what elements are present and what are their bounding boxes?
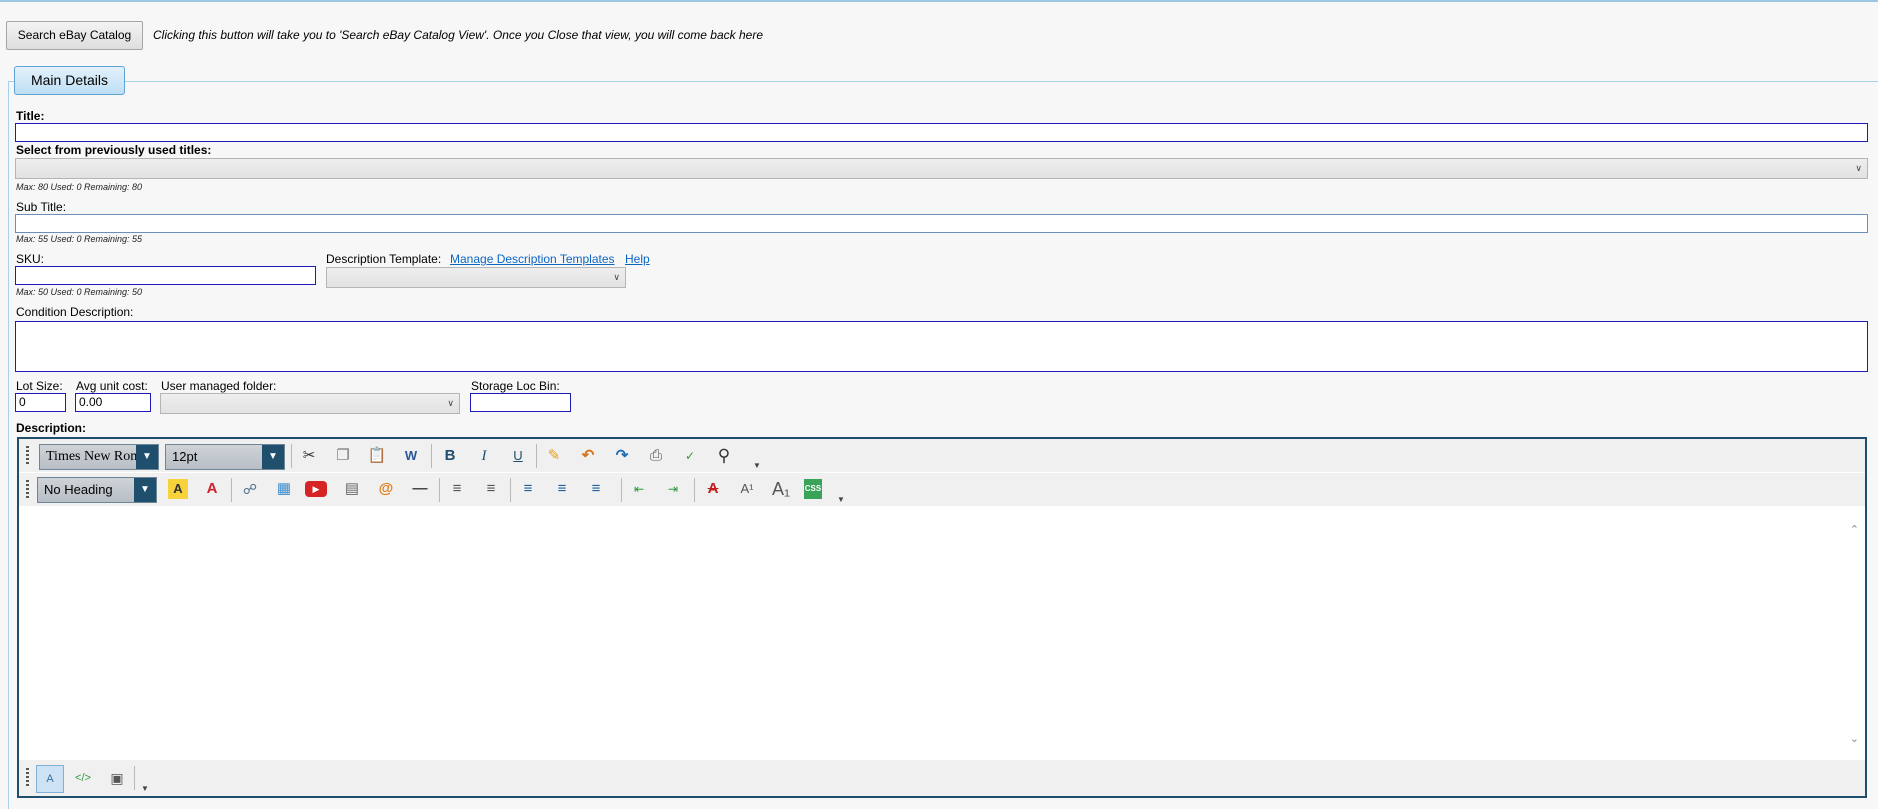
editor-bottom-toolbar: A </> ▣ ▼: [19, 760, 1865, 796]
email-icon[interactable]: @: [373, 476, 399, 502]
toolbar-overflow-icon[interactable]: ▼: [141, 784, 149, 793]
italic-icon[interactable]: I: [471, 443, 497, 469]
chevron-down-icon: ▼: [262, 445, 284, 469]
catalog-hint-text: Clicking this button will take you to 'S…: [153, 28, 763, 42]
scroll-up-icon[interactable]: ⌃: [1850, 523, 1859, 536]
font-size-value: 12pt: [172, 449, 198, 464]
preview-icon[interactable]: ▣: [104, 765, 130, 791]
description-label: Description:: [16, 421, 87, 435]
align-left-icon[interactable]: ≡: [515, 476, 541, 502]
storage-loc-bin-label: Storage Loc Bin:: [471, 379, 560, 393]
indent-icon[interactable]: ⇥: [660, 476, 686, 502]
manage-description-templates-link[interactable]: Manage Description Templates: [450, 252, 615, 266]
lot-size-label: Lot Size:: [16, 379, 63, 393]
bold-icon[interactable]: B: [437, 443, 463, 469]
subtitle-input[interactable]: [15, 214, 1868, 233]
description-editor: Times New Roman ▼ 12pt ▼ ✂ ❐ 📋 W B I U ✎…: [17, 437, 1867, 798]
toolbar-overflow-icon[interactable]: ▼: [837, 495, 845, 504]
chevron-down-icon: ∨: [1855, 162, 1862, 173]
sku-counter: Max: 50 Used: 0 Remaining: 50: [16, 287, 143, 297]
toolbar-separator: [536, 444, 537, 468]
redo-icon[interactable]: ↷: [609, 443, 635, 469]
editor-toolbar-2: No Heading ▼ A A ☍ ▦ ▶ ▤ @ — ≡ ≡ ≡ ≡ ≡ ⇤…: [19, 473, 1865, 506]
title-label: Title:: [16, 109, 45, 123]
link-icon[interactable]: ☍: [237, 476, 263, 502]
toolbar-separator: [439, 478, 440, 502]
copy-icon[interactable]: ❐: [330, 443, 356, 469]
condition-description-label: Condition Description:: [16, 305, 134, 319]
description-template-label: Description Template:: [326, 252, 442, 266]
cut-icon[interactable]: ✂: [296, 443, 322, 469]
chevron-down-icon: ∨: [447, 397, 454, 408]
print-icon[interactable]: ⎙: [643, 443, 669, 469]
underline-icon[interactable]: U: [505, 443, 531, 469]
subtitle-counter: Max: 55 Used: 0 Remaining: 55: [16, 234, 143, 244]
image-icon[interactable]: ▦: [271, 476, 297, 502]
heading-value: No Heading: [44, 482, 113, 497]
toolbar-separator: [510, 478, 511, 502]
undo-icon[interactable]: ↶: [575, 443, 601, 469]
highlight-icon[interactable]: A: [168, 479, 188, 499]
toolbar-separator: [231, 478, 232, 502]
title-input[interactable]: [15, 123, 1868, 142]
user-managed-folder-label: User managed folder:: [161, 379, 277, 393]
spellcheck-icon[interactable]: ✓: [677, 443, 703, 469]
toolbar-grip[interactable]: [26, 480, 29, 500]
font-size-select[interactable]: 12pt ▼: [165, 444, 285, 470]
design-view-icon[interactable]: A: [36, 765, 64, 793]
strikethrough-icon[interactable]: A: [700, 476, 726, 502]
eraser-icon[interactable]: ✎: [541, 443, 567, 469]
tab-main-details[interactable]: Main Details: [14, 66, 125, 95]
editor-content-area[interactable]: [19, 507, 1865, 760]
paste-word-icon[interactable]: W: [398, 443, 424, 469]
window-top-border: [0, 0, 1878, 2]
video-icon[interactable]: ▶: [305, 481, 327, 497]
horizontal-rule-icon[interactable]: —: [407, 476, 433, 502]
search-ebay-catalog-button[interactable]: Search eBay Catalog: [6, 21, 143, 50]
previous-titles-select[interactable]: ∨: [15, 158, 1868, 179]
toolbar-separator: [134, 766, 135, 790]
css-icon[interactable]: CSS: [804, 479, 822, 499]
toolbar-separator: [291, 444, 292, 468]
lot-size-input[interactable]: 0: [15, 393, 66, 412]
unordered-list-icon[interactable]: ≡: [478, 476, 504, 502]
avg-unit-cost-label: Avg unit cost:: [76, 379, 148, 393]
editor-toolbar-1: Times New Roman ▼ 12pt ▼ ✂ ❐ 📋 W B I U ✎…: [19, 439, 1865, 472]
table-icon[interactable]: ▤: [339, 476, 365, 502]
font-color-icon[interactable]: A: [199, 476, 225, 502]
sku-label: SKU:: [16, 252, 45, 266]
description-template-select[interactable]: ∨: [326, 267, 626, 288]
toolbar-separator: [694, 478, 695, 502]
toolbar-separator: [431, 444, 432, 468]
storage-loc-bin-input[interactable]: [470, 393, 571, 412]
superscript-icon[interactable]: A¹: [734, 476, 760, 502]
help-link[interactable]: Help: [625, 252, 650, 266]
html-view-icon[interactable]: </>: [70, 765, 96, 791]
find-icon[interactable]: ⚲: [711, 443, 737, 469]
outdent-icon[interactable]: ⇤: [626, 476, 652, 502]
align-right-icon[interactable]: ≡: [583, 476, 609, 502]
chevron-down-icon: ▼: [136, 445, 158, 469]
heading-select[interactable]: No Heading ▼: [37, 477, 157, 503]
sku-input[interactable]: [15, 266, 316, 285]
align-center-icon[interactable]: ≡: [549, 476, 575, 502]
scroll-down-icon[interactable]: ⌄: [1850, 732, 1859, 745]
chevron-down-icon: ▼: [134, 478, 156, 502]
title-counter: Max: 80 Used: 0 Remaining: 80: [16, 182, 143, 192]
previous-titles-label: Select from previously used titles:: [16, 143, 212, 157]
ordered-list-icon[interactable]: ≡: [444, 476, 470, 502]
toolbar-separator: [621, 478, 622, 502]
user-managed-folder-select[interactable]: ∨: [160, 393, 460, 414]
condition-description-input[interactable]: [15, 321, 1868, 372]
avg-unit-cost-input[interactable]: 0.00: [75, 393, 151, 412]
subtitle-label: Sub Title:: [16, 200, 67, 214]
subscript-icon[interactable]: A₁: [768, 476, 794, 502]
font-family-select[interactable]: Times New Roman ▼: [39, 444, 159, 470]
paste-icon[interactable]: 📋: [364, 443, 390, 469]
toolbar-grip[interactable]: [26, 768, 29, 788]
toolbar-grip[interactable]: [26, 446, 29, 466]
toolbar-overflow-icon[interactable]: ▼: [753, 461, 761, 470]
chevron-down-icon: ∨: [613, 271, 620, 282]
